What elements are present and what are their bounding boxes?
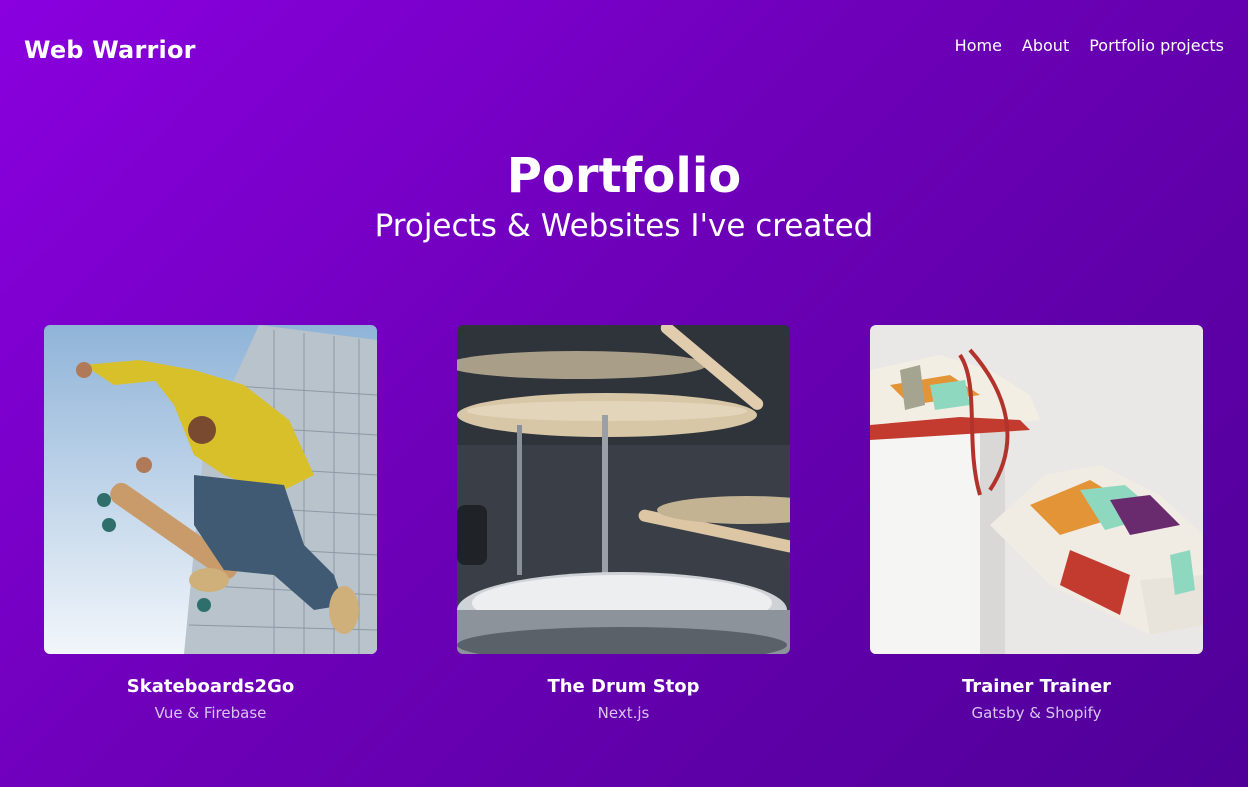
project-card-the-drum-stop[interactable]: The Drum Stop Next.js [457, 325, 790, 722]
project-title: Trainer Trainer [961, 676, 1112, 697]
skateboarder-photo [44, 325, 377, 654]
brand-logo-link[interactable]: Web Warrior [24, 36, 196, 64]
project-card-trainer-trainer[interactable]: Trainer Trainer Gatsby & Shopify [870, 325, 1203, 722]
nav-link-about[interactable]: About [1022, 36, 1069, 55]
nav-link-home[interactable]: Home [955, 36, 1002, 55]
hero-section: Portfolio Projects & Websites I've creat… [0, 146, 1248, 246]
project-tech: Next.js [597, 704, 650, 722]
project-title: Skateboards2Go [126, 676, 295, 697]
project-title: The Drum Stop [547, 676, 700, 697]
project-tech: Vue & Firebase [154, 704, 267, 722]
project-card-skateboards2go[interactable]: Skateboards2Go Vue & Firebase [44, 325, 377, 722]
nav-links: Home About Portfolio projects [955, 36, 1224, 55]
project-tech: Gatsby & Shopify [971, 704, 1102, 722]
navbar: Web Warrior Home About Portfolio project… [0, 0, 1248, 100]
project-grid: Skateboards2Go Vue & Firebase The Drum S… [44, 325, 1203, 722]
nav-link-portfolio-projects[interactable]: Portfolio projects [1089, 36, 1224, 55]
drum-kit-photo [457, 325, 790, 654]
sneakers-photo [870, 325, 1203, 654]
page-title: Portfolio [506, 148, 742, 204]
page-subtitle: Projects & Websites I've created [374, 208, 874, 244]
